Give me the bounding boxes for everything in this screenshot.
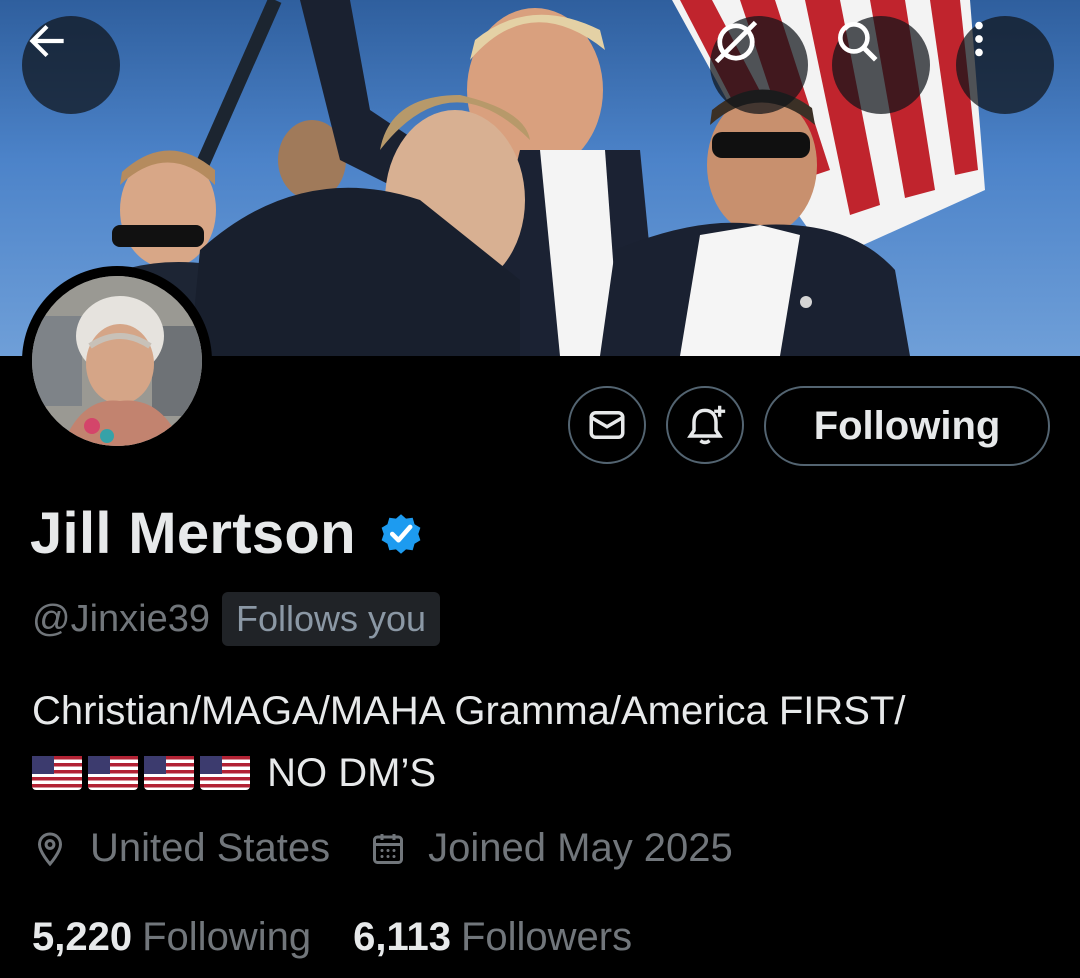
following-button[interactable]: Following	[764, 386, 1050, 466]
bell-plus-icon	[687, 405, 726, 445]
profile-stats: 5,220 Following 6,113 Followers	[32, 915, 674, 960]
followers-label: Followers	[460, 915, 633, 959]
envelope-icon	[589, 411, 625, 439]
notify-button[interactable]	[666, 386, 744, 464]
join-date-text: Joined May 2025	[428, 826, 733, 870]
following-count-link[interactable]: 5,220 Following	[32, 915, 311, 960]
us-flag-emoji	[88, 756, 138, 790]
followers-count-link[interactable]: 6,113 Followers	[353, 915, 632, 960]
back-button[interactable]	[22, 16, 120, 114]
grok-button[interactable]	[710, 16, 808, 114]
bio-line-2: NO DM’S	[32, 742, 1052, 804]
calendar-icon	[373, 833, 404, 864]
grok-icon	[714, 20, 758, 64]
more-button[interactable]	[956, 16, 1054, 114]
location-text: United States	[90, 826, 331, 870]
search-button[interactable]	[832, 16, 930, 114]
avatar-photo	[32, 276, 202, 446]
us-flag-emoji	[144, 756, 194, 790]
message-button[interactable]	[568, 386, 646, 464]
name-row: Jill Mertson	[30, 500, 426, 567]
location: United States	[32, 826, 330, 871]
verified-badge-icon[interactable]	[376, 509, 426, 559]
more-vertical-icon	[975, 21, 983, 57]
us-flag-emoji	[32, 756, 82, 790]
avatar[interactable]	[22, 266, 212, 456]
bio: Christian/MAGA/MAHA Gramma/America FIRST…	[32, 680, 1052, 804]
following-count: 5,220	[32, 915, 133, 959]
handle: @Jinxie39	[32, 597, 210, 640]
followers-count: 6,113	[353, 915, 451, 959]
join-date: Joined May 2025	[370, 826, 733, 871]
display-name: Jill Mertson	[30, 501, 356, 566]
handle-row: @Jinxie39 Follows you	[32, 592, 441, 646]
arrow-left-icon	[29, 24, 64, 58]
follows-you-badge: Follows you	[222, 592, 441, 646]
profile-meta: United States Joined May 2025	[32, 826, 773, 871]
bio-line-1: Christian/MAGA/MAHA Gramma/America FIRST…	[32, 689, 906, 733]
search-icon	[838, 22, 878, 62]
location-pin-icon	[37, 831, 63, 866]
us-flag-emoji	[200, 756, 250, 790]
following-label: Following	[142, 915, 312, 959]
bio-line-2-text: NO DM’S	[267, 751, 437, 795]
